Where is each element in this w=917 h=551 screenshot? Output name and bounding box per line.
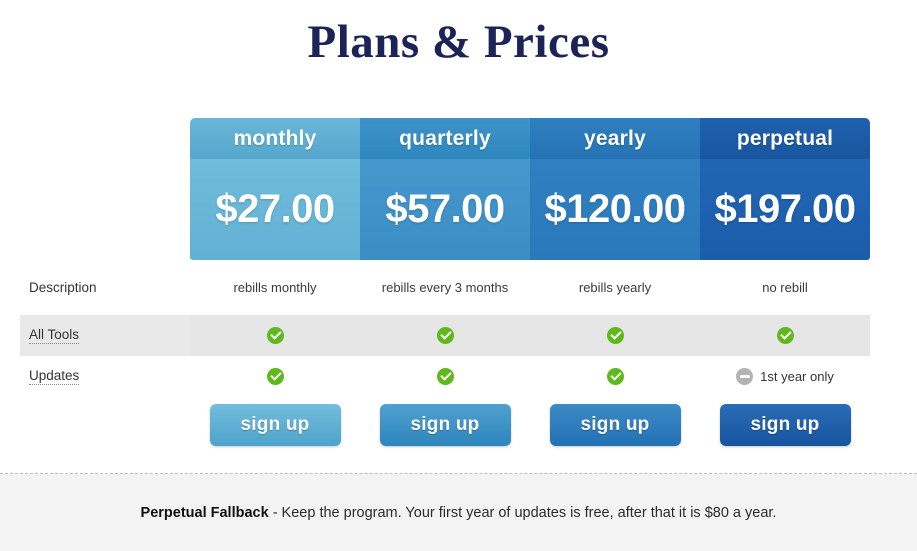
plan-header-row: monthly quarterly yearly perpetual — [20, 118, 897, 159]
plan-name-yearly: yearly — [530, 118, 700, 159]
updates-yearly — [530, 356, 700, 397]
check-icon — [436, 327, 454, 344]
footer-note-heading: Perpetual Fallback — [140, 504, 269, 521]
plan-column-monthly: monthly — [190, 118, 360, 159]
all-tools-perpetual — [700, 315, 870, 356]
all-tools-yearly — [530, 315, 700, 356]
check-icon — [606, 368, 624, 385]
minus-icon — [736, 368, 754, 385]
header-label-spacer — [20, 118, 190, 159]
price-cell-yearly: $120.00 — [530, 159, 700, 260]
price-label-spacer — [20, 159, 190, 260]
row-label-description: Description — [29, 280, 97, 295]
all-tools-quarterly — [360, 315, 530, 356]
signup-cell-monthly: sign up — [190, 397, 360, 453]
updates-quarterly — [360, 356, 530, 397]
check-icon — [776, 327, 794, 344]
page-title: Plans & Prices — [307, 16, 610, 68]
signup-button-row: sign up sign up sign up sign up — [20, 397, 897, 453]
row-label-updates[interactable]: Updates — [20, 356, 190, 397]
plan-column-yearly: yearly — [530, 118, 700, 159]
plan-column-quarterly: quarterly — [360, 118, 530, 159]
check-icon — [266, 368, 284, 385]
signup-button-monthly[interactable]: sign up — [209, 404, 341, 446]
signup-cell-perpetual: sign up — [700, 397, 870, 453]
feature-row-updates: Updates 1st year only — [20, 356, 897, 397]
plan-name-quarterly: quarterly — [360, 118, 530, 159]
price-cell-perpetual: $197.00 — [700, 159, 870, 260]
all-tools-tooltip-link[interactable]: All Tools — [29, 327, 80, 344]
updates-perpetual-note: 1st year only — [760, 369, 834, 384]
pricing-page: Plans & Prices monthly quarterly yearly … — [0, 0, 917, 551]
description-yearly: rebills yearly — [578, 280, 652, 295]
price-yearly: $120.00 — [530, 159, 700, 260]
plan-name-perpetual: perpetual — [700, 118, 870, 159]
signup-cell-quarterly: sign up — [360, 397, 530, 453]
price-perpetual: $197.00 — [700, 159, 870, 260]
signup-button-quarterly[interactable]: sign up — [379, 404, 511, 446]
updates-perpetual: 1st year only — [700, 356, 870, 397]
plan-column-perpetual: perpetual — [700, 118, 870, 159]
description-perpetual: no rebill — [762, 280, 808, 295]
all-tools-monthly — [190, 315, 360, 356]
check-icon — [266, 327, 284, 344]
price-cell-quarterly: $57.00 — [360, 159, 530, 260]
signup-button-perpetual[interactable]: sign up — [719, 404, 851, 446]
signup-cell-yearly: sign up — [530, 397, 700, 453]
plan-name-monthly: monthly — [190, 118, 360, 159]
price-monthly: $27.00 — [190, 159, 360, 260]
feature-row-all-tools: All Tools — [20, 315, 897, 356]
plan-price-row: $27.00 $57.00 $120.00 $197.00 — [20, 159, 897, 260]
price-quarterly: $57.00 — [360, 159, 530, 260]
check-icon — [606, 327, 624, 344]
updates-tooltip-link[interactable]: Updates — [29, 368, 80, 385]
footer-band: Perpetual Fallback - Keep the program. Y… — [0, 474, 917, 551]
footer-note: Perpetual Fallback - Keep the program. Y… — [141, 505, 777, 521]
footer-note-body: - Keep the program. Your first year of u… — [268, 504, 777, 521]
description-monthly: rebills monthly — [233, 280, 317, 295]
price-cell-monthly: $27.00 — [190, 159, 360, 260]
description-quarterly: rebills every 3 months — [381, 280, 509, 295]
check-icon — [436, 368, 454, 385]
updates-monthly — [190, 356, 360, 397]
pricing-table: monthly quarterly yearly perpetual $27.0… — [20, 118, 897, 453]
description-row: Description rebills monthly rebills ever… — [20, 260, 897, 315]
row-label-all-tools[interactable]: All Tools — [20, 315, 190, 356]
signup-button-yearly[interactable]: sign up — [549, 404, 681, 446]
